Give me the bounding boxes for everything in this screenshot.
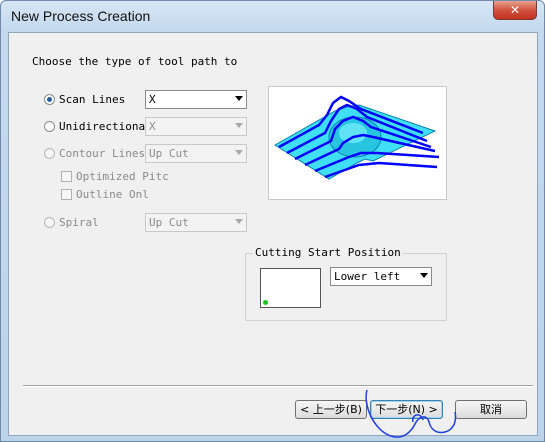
dialog-client-area: Choose the type of tool path to Scan Lin… bbox=[8, 32, 538, 436]
cutting-start-value: Lower left bbox=[334, 270, 401, 283]
prompt-label: Choose the type of tool path to bbox=[32, 55, 238, 68]
cancel-button[interactable]: 取消 bbox=[455, 400, 527, 419]
annotation-scribble bbox=[365, 389, 457, 438]
start-position-marker bbox=[263, 300, 268, 305]
spiral-label: Spiral bbox=[59, 216, 99, 229]
optimized-pitch-checkbox[interactable] bbox=[61, 171, 72, 182]
chevron-down-icon bbox=[235, 219, 243, 224]
unidirectional-label: Unidirectiona bbox=[59, 120, 146, 133]
cutting-start-indicator bbox=[260, 268, 321, 308]
scan-lines-direction-value: X bbox=[149, 93, 156, 106]
scan-lines-direction-select[interactable]: X bbox=[145, 90, 247, 109]
contour-lines-radio[interactable] bbox=[44, 148, 55, 159]
unidirectional-radio[interactable] bbox=[44, 121, 55, 132]
dialog-window: New Process Creation ✕ Choose the type o… bbox=[0, 0, 545, 442]
spiral-cut-value: Up Cut bbox=[149, 216, 189, 229]
optimized-pitch-label: Optimized Pitc bbox=[76, 170, 169, 183]
title-bar: New Process Creation ✕ bbox=[1, 1, 544, 31]
unidirectional-direction-select[interactable]: X bbox=[145, 117, 247, 136]
unidirectional-direction-value: X bbox=[149, 120, 156, 133]
close-button[interactable]: ✕ bbox=[493, 1, 537, 20]
outline-only-label: Outline Onl bbox=[76, 188, 149, 201]
contour-lines-cut-value: Up Cut bbox=[149, 147, 189, 160]
spiral-cut-select[interactable]: Up Cut bbox=[145, 213, 247, 232]
cutting-start-select[interactable]: Lower left bbox=[330, 267, 432, 286]
chevron-down-icon bbox=[420, 273, 428, 278]
spiral-radio[interactable] bbox=[44, 217, 55, 228]
contour-lines-label: Contour Lines bbox=[59, 147, 146, 160]
contour-lines-cut-select[interactable]: Up Cut bbox=[145, 144, 247, 163]
window-title: New Process Creation bbox=[11, 8, 151, 24]
chevron-down-icon bbox=[235, 150, 243, 155]
chevron-down-icon bbox=[235, 96, 243, 101]
surface-bands bbox=[274, 104, 437, 180]
outline-only-checkbox[interactable] bbox=[61, 189, 72, 200]
toolpath-preview-image bbox=[268, 86, 447, 200]
scan-lines-radio[interactable] bbox=[44, 94, 55, 105]
cutting-start-title: Cutting Start Position bbox=[253, 246, 403, 259]
scan-lines-label: Scan Lines bbox=[59, 93, 126, 106]
chevron-down-icon bbox=[235, 123, 243, 128]
toolpath-illustration bbox=[274, 95, 440, 180]
